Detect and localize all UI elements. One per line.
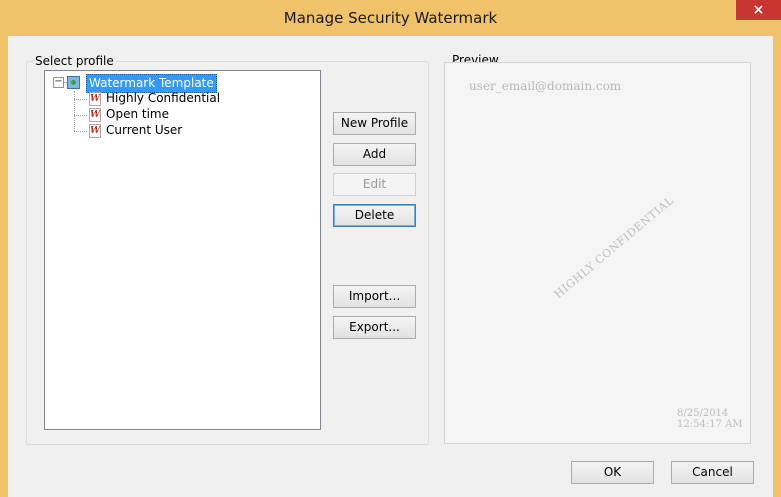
tree-connector (74, 99, 87, 100)
select-profile-label: Select profile (33, 54, 116, 68)
title-bar[interactable]: Manage Security Watermark × (0, 0, 781, 36)
word-doc-icon: W (89, 108, 101, 122)
preview-date: 8/25/2014 (677, 408, 729, 419)
preview-diagonal-text: HIGHLY CONFIDENTIAL (551, 193, 677, 302)
close-icon: × (752, 2, 765, 18)
tree-connector (74, 115, 87, 116)
cancel-button[interactable]: Cancel (671, 461, 754, 484)
import-button[interactable]: Import... (333, 285, 416, 308)
tree-item-highly-confidential[interactable]: Highly Confidential (106, 91, 220, 105)
close-button[interactable]: × (736, 0, 781, 20)
word-doc-icon: W (89, 92, 101, 106)
export-button[interactable]: Export... (333, 316, 416, 339)
tree-connector (74, 91, 75, 131)
preview-datetime: 8/25/2014 12:54:17 AM (677, 408, 743, 430)
watermark-preview: user_email@domain.com HIGHLY CONFIDENTIA… (444, 62, 751, 444)
template-icon (67, 76, 80, 89)
collapse-icon[interactable]: − (53, 77, 64, 88)
tree-item-open-time[interactable]: Open time (106, 107, 169, 121)
word-doc-icon: W (89, 124, 101, 138)
tree-connector (74, 131, 87, 132)
profile-tree[interactable]: − Watermark Template W Highly Confidenti… (44, 70, 321, 430)
preview-time: 12:54:17 AM (677, 419, 743, 430)
tree-item-current-user[interactable]: Current User (106, 123, 182, 137)
add-button[interactable]: Add (333, 143, 416, 166)
new-profile-button[interactable]: New Profile (333, 112, 416, 135)
window-title: Manage Security Watermark (283, 9, 498, 27)
preview-email-text: user_email@domain.com (469, 79, 622, 93)
delete-button[interactable]: Delete (333, 204, 416, 227)
ok-button[interactable]: OK (571, 461, 654, 484)
edit-button: Edit (333, 173, 416, 196)
